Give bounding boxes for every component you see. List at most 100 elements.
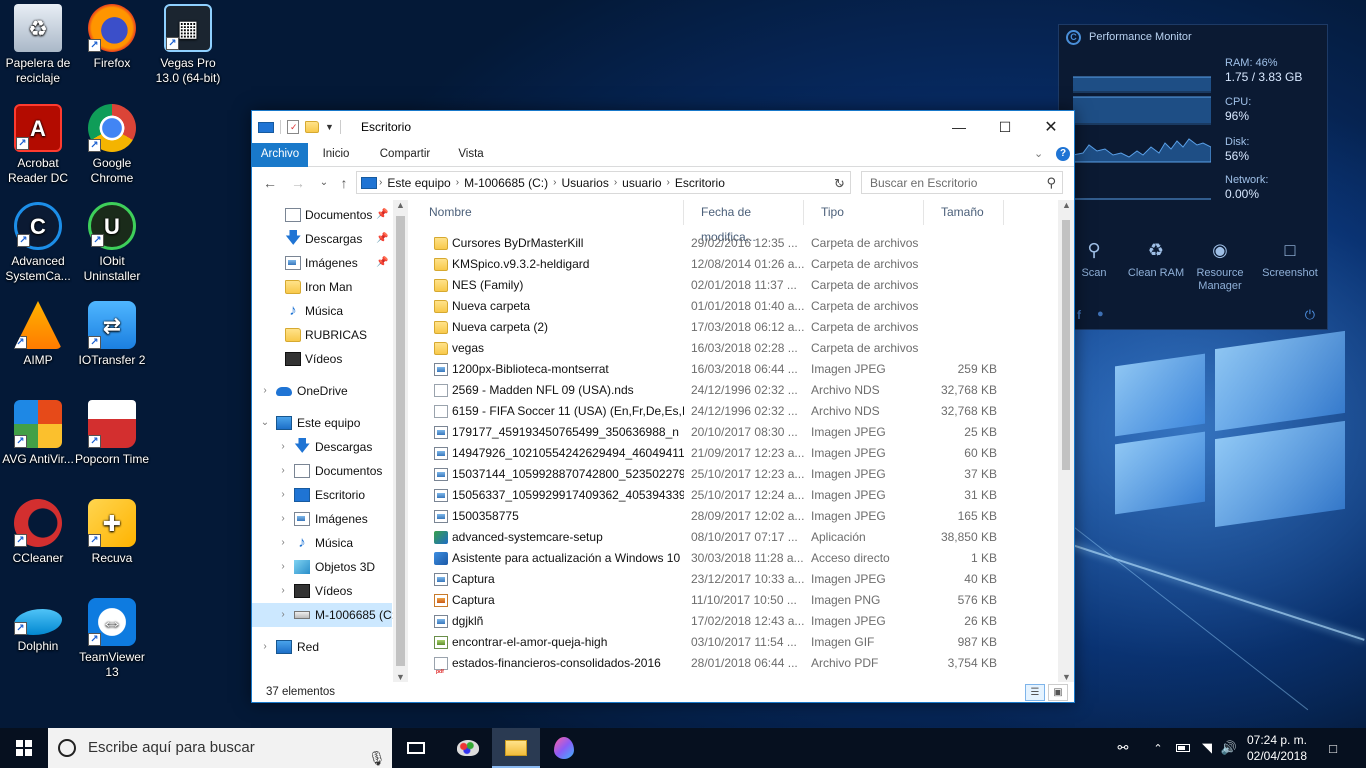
microphone-icon[interactable]: 🎙 bbox=[368, 738, 386, 766]
desktop-icon-recycle-bin[interactable]: ♻ Papelera de reciclaje bbox=[0, 4, 76, 86]
file-row[interactable]: 1200px-Biblioteca-montserrat 16/03/2018 0… bbox=[428, 359, 1008, 380]
facebook-icon[interactable]: f bbox=[1077, 308, 1081, 322]
file-row[interactable]: 15037144_1059928870742800_5235022796... 2… bbox=[428, 464, 1008, 485]
nav-item-imágenes[interactable]: Imágenes 📌 bbox=[252, 251, 392, 275]
maximize-button[interactable]: ☐ bbox=[982, 111, 1028, 143]
file-row[interactable]: estados-financieros-consolidados-2016 28/… bbox=[428, 653, 1008, 682]
file-row[interactable]: 6159 - FIFA Soccer 11 (USA) (En,Fr,De,Es… bbox=[428, 401, 1008, 422]
column-header-date[interactable]: Fecha de modifica... bbox=[684, 200, 804, 244]
nav-item-iron-man[interactable]: Iron Man bbox=[252, 275, 392, 299]
nav-item-vídeos[interactable]: › Vídeos bbox=[252, 579, 392, 603]
column-header-name[interactable]: Nombre bbox=[412, 200, 684, 225]
details-view-icon[interactable]: ☰ bbox=[1025, 684, 1045, 701]
volume-icon[interactable]: 🔊 bbox=[1218, 728, 1240, 768]
forward-arrow-icon[interactable]: → bbox=[290, 175, 306, 191]
chevron-right-icon[interactable]: › bbox=[278, 531, 288, 555]
desktop-icon-teamviewer[interactable]: ⇔ ↗ TeamViewer 13 bbox=[74, 598, 150, 680]
chevron-right-icon[interactable]: › bbox=[278, 555, 288, 579]
nav-item-objetos-3d[interactable]: › Objetos 3D bbox=[252, 555, 392, 579]
nav-item-música[interactable]: › ♪ Música bbox=[252, 531, 392, 555]
clean-ram-button[interactable]: ♻ Clean RAM bbox=[1121, 233, 1191, 280]
tab-vista[interactable]: Vista bbox=[450, 143, 492, 167]
desktop-icon-firefox[interactable]: ↗ Firefox bbox=[74, 4, 150, 71]
chevron-right-icon[interactable]: › bbox=[278, 483, 288, 507]
show-hidden-icons-icon[interactable]: ⌃ bbox=[1148, 728, 1168, 768]
nav-item-documentos[interactable]: › Documentos bbox=[252, 459, 392, 483]
expand-ribbon-icon[interactable]: ⌄ bbox=[1034, 147, 1043, 160]
chevron-right-icon[interactable]: › bbox=[278, 435, 288, 459]
chevron-right-icon[interactable]: › bbox=[260, 635, 270, 659]
desktop-icon-ccleaner[interactable]: ↗ CCleaner bbox=[0, 499, 76, 566]
file-row[interactable]: advanced-systemcare-setup 08/10/2017 07:1… bbox=[428, 527, 1008, 548]
minimize-button[interactable]: — bbox=[936, 111, 982, 143]
desktop-icon-dolphin[interactable]: ↗ Dolphin bbox=[0, 598, 76, 654]
desktop-icon-recuva[interactable]: ✚ ↗ Recuva bbox=[74, 499, 150, 566]
desktop-icon-iotransfer[interactable]: ⇄ ↗ IOTransfer 2 bbox=[74, 301, 150, 368]
chevron-down-icon[interactable]: ⌄ bbox=[260, 411, 270, 435]
file-row[interactable]: KMSpico.v9.3.2-heldigard 12/08/2014 01:26… bbox=[428, 254, 1008, 275]
people-icon[interactable]: ⚯ bbox=[1110, 728, 1136, 768]
scroll-up-icon[interactable]: ▲ bbox=[396, 200, 405, 210]
tab-archivo[interactable]: Archivo bbox=[252, 143, 308, 167]
chevron-right-icon[interactable]: › bbox=[278, 507, 288, 531]
file-row[interactable]: Asistente para actualización a Windows 1… bbox=[428, 548, 1008, 569]
file-row[interactable]: 14947926_10210554242629494_460494111... 2… bbox=[428, 443, 1008, 464]
nav-scroll-thumb[interactable] bbox=[396, 216, 405, 666]
file-row[interactable]: NES (Family) 02/01/2018 11:37 ... Carpeta … bbox=[428, 275, 1008, 296]
info-icon[interactable]: ● bbox=[1097, 308, 1104, 320]
chevron-right-icon[interactable]: › bbox=[260, 379, 270, 403]
paint-taskbar-button[interactable] bbox=[444, 728, 492, 768]
tab-inicio[interactable]: Inicio bbox=[314, 143, 358, 167]
nav-item-vídeos[interactable]: Vídeos bbox=[252, 347, 392, 371]
nav-item-descargas[interactable]: 🡇 Descargas 📌 bbox=[252, 227, 392, 251]
desktop-icon-advanced-systemcare[interactable]: C ↗ Advanced SystemCa... bbox=[0, 202, 76, 284]
notifications-icon[interactable]: □ bbox=[1320, 728, 1346, 768]
file-row[interactable]: 1500358775 28/09/2017 12:02 a... Imagen JP… bbox=[428, 506, 1008, 527]
tab-compartir[interactable]: Compartir bbox=[370, 143, 440, 167]
resource-manager-button[interactable]: ◉ Resource Manager bbox=[1185, 233, 1255, 293]
file-row[interactable]: vegas 16/03/2018 02:28 ... Carpeta de arch… bbox=[428, 338, 1008, 359]
breadcrumb-usuarios[interactable]: Usuarios bbox=[556, 176, 613, 190]
chevron-right-icon[interactable]: › bbox=[278, 579, 288, 603]
nav-item-documentos[interactable]: Documentos 📌 bbox=[252, 203, 392, 227]
task-view-button[interactable] bbox=[392, 728, 440, 768]
help-icon[interactable]: ? bbox=[1056, 147, 1070, 161]
nav-item-onedrive[interactable]: › OneDrive bbox=[252, 379, 392, 403]
file-list-scroll-thumb[interactable] bbox=[1062, 220, 1070, 470]
file-explorer-taskbar-button[interactable] bbox=[492, 728, 540, 768]
nav-item-descargas[interactable]: › 🡇 Descargas bbox=[252, 435, 392, 459]
breadcrumb-este-equipo[interactable]: Este equipo bbox=[382, 176, 455, 190]
nav-item-escritorio[interactable]: › Escritorio bbox=[252, 483, 392, 507]
column-header-type[interactable]: Tipo bbox=[804, 200, 924, 225]
file-row[interactable]: 15056337_1059929917409362_4053943398... 2… bbox=[428, 485, 1008, 506]
taskbar-search-box[interactable]: Escribe aquí para buscar 🎙 bbox=[48, 728, 392, 768]
large-icons-view-icon[interactable]: ▣ bbox=[1048, 684, 1068, 701]
scroll-down-icon[interactable]: ▼ bbox=[396, 672, 405, 682]
close-button[interactable]: ✕ bbox=[1028, 111, 1074, 143]
file-row[interactable]: Captura 23/12/2017 10:33 a... Imagen JPEG 4… bbox=[428, 569, 1008, 590]
start-button[interactable] bbox=[0, 728, 48, 768]
wifi-icon[interactable]: ◥ bbox=[1196, 728, 1218, 768]
pin-icon[interactable]: 📌 bbox=[376, 251, 388, 275]
nav-item-este-equipo[interactable]: ⌄ Este equipo bbox=[252, 411, 392, 435]
column-header-size[interactable]: Tamaño bbox=[924, 200, 1004, 225]
app-taskbar-button[interactable] bbox=[540, 728, 588, 768]
pin-icon[interactable]: 📌 bbox=[376, 203, 388, 227]
pin-icon[interactable]: 📌 bbox=[376, 227, 388, 251]
file-list-scrollbar[interactable]: ▲ ▼ bbox=[1058, 200, 1074, 682]
desktop-icon-chrome[interactable]: ↗ Google Chrome bbox=[74, 104, 150, 186]
desktop-icon-avg[interactable]: ↗ AVG AntiVir... bbox=[0, 400, 76, 467]
breadcrumb-usuario[interactable]: usuario bbox=[617, 176, 666, 190]
battery-icon[interactable] bbox=[1172, 728, 1194, 768]
clock[interactable]: 07:24 p. m. 02/04/2018 bbox=[1242, 732, 1312, 764]
nav-item-red[interactable]: › Red bbox=[252, 635, 392, 659]
file-row[interactable]: Cursores ByDrMasterKill 29/02/2016 12:35 … bbox=[428, 233, 1008, 254]
breadcrumb-escritorio[interactable]: Escritorio bbox=[670, 176, 730, 190]
desktop-icon-popcorn-time[interactable]: ↗ Popcorn Time bbox=[74, 400, 150, 467]
file-row[interactable]: dgjklñ 17/02/2018 12:43 a... Imagen JPEG 26… bbox=[428, 611, 1008, 632]
file-row[interactable]: 179177_459193450765499_350636988_n 20/10/… bbox=[428, 422, 1008, 443]
back-arrow-icon[interactable]: ← bbox=[262, 175, 278, 191]
nav-item-música[interactable]: ♪ Música bbox=[252, 299, 392, 323]
scroll-down-icon[interactable]: ▼ bbox=[1062, 672, 1071, 682]
nav-pane-scrollbar[interactable]: ▲ ▼ bbox=[393, 200, 408, 682]
